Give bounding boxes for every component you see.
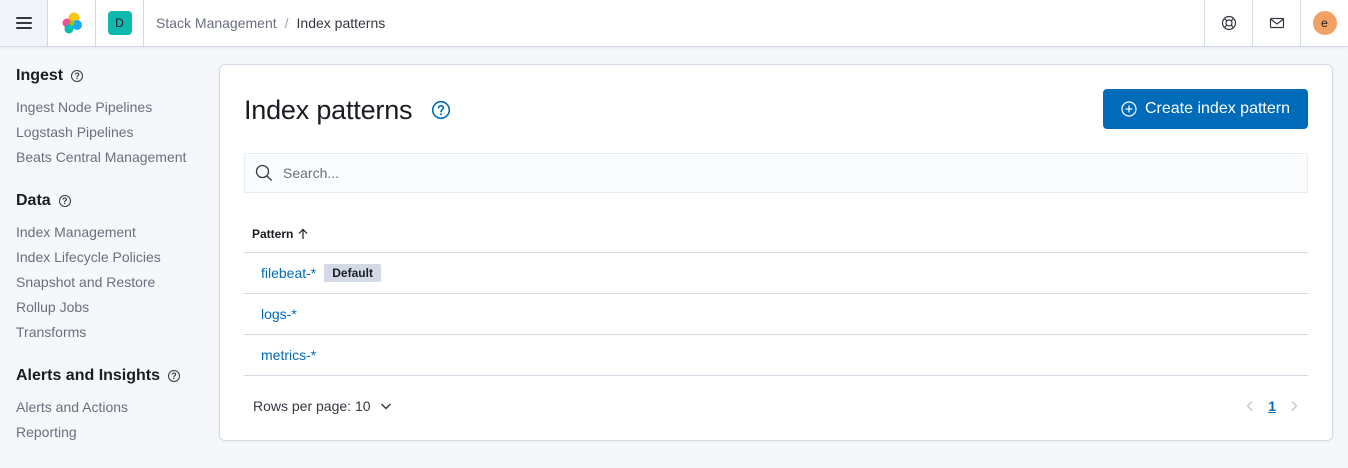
table-row: logs-*	[244, 294, 1308, 335]
help-lifebuoy-icon	[1221, 15, 1236, 31]
plus-circle-icon	[1121, 101, 1137, 117]
newsfeed-button[interactable]	[1252, 0, 1300, 46]
nav-group-title: Data	[16, 192, 51, 209]
menu-button[interactable]	[0, 0, 48, 46]
index-pattern-link[interactable]: metrics-*	[261, 347, 316, 363]
index-patterns-table: Pattern filebeat-* Default logs-* metric…	[244, 216, 1308, 376]
column-header-label: Pattern	[252, 227, 294, 241]
index-pattern-link[interactable]: logs-*	[261, 306, 297, 322]
index-pattern-link[interactable]: filebeat-*	[261, 265, 316, 281]
page-1-button[interactable]: 1	[1268, 398, 1276, 414]
nav-item-index-lifecycle-policies[interactable]: Index Lifecycle Policies	[16, 246, 206, 271]
help-menu-button[interactable]	[1204, 0, 1252, 46]
nav-group-title: Ingest	[16, 67, 64, 84]
elastic-logo-icon	[62, 12, 82, 34]
table-pagination: Rows per page: 10 1	[244, 394, 1308, 418]
nav-group-ingest: Ingest ? Ingest Node Pipelines Logstash …	[16, 64, 206, 171]
space-selector-button[interactable]: D	[96, 0, 144, 46]
index-patterns-panel: Index patterns Create index pattern Patt…	[219, 64, 1333, 441]
table-row: filebeat-* Default	[244, 253, 1308, 294]
create-button-label: Create index pattern	[1145, 100, 1290, 117]
nav-group-data: Data ? Index Management Index Lifecycle …	[16, 189, 206, 346]
nav-item-index-management[interactable]: Index Management	[16, 221, 206, 246]
rows-per-page-button[interactable]: Rows per page: 10	[244, 398, 393, 414]
breadcrumb: Stack Management / Index patterns	[144, 0, 1204, 46]
sort-ascending-icon	[298, 228, 308, 239]
user-avatar: e	[1312, 11, 1337, 35]
question-icon[interactable]: ?	[58, 195, 71, 207]
default-badge: Default	[324, 264, 381, 282]
hamburger-menu-icon	[15, 17, 32, 29]
nav-item-reporting[interactable]: Reporting	[16, 421, 206, 446]
search-field[interactable]	[244, 153, 1308, 193]
nav-item-transforms[interactable]: Transforms	[16, 321, 206, 346]
rows-per-page-label: Rows per page: 10	[253, 398, 371, 414]
chevron-down-icon	[380, 403, 391, 410]
nav-item-logstash-pipelines[interactable]: Logstash Pipelines	[16, 121, 206, 146]
chevron-right-icon[interactable]	[1288, 400, 1300, 412]
space-avatar: D	[107, 11, 132, 35]
newsfeed-mail-icon	[1269, 17, 1284, 29]
user-menu-button[interactable]: e	[1300, 0, 1348, 46]
nav-group-title: Alerts and Insights	[16, 367, 161, 384]
search-input[interactable]	[283, 165, 1263, 181]
top-header: D Stack Management / Index patterns e	[0, 0, 1348, 47]
pattern-column-header[interactable]: Pattern	[244, 216, 1308, 253]
nav-item-ingest-node-pipelines[interactable]: Ingest Node Pipelines	[16, 96, 206, 121]
create-index-pattern-button[interactable]: Create index pattern	[1103, 89, 1308, 129]
breadcrumb-stack-management[interactable]: Stack Management	[156, 15, 277, 31]
nav-item-rollup-jobs[interactable]: Rollup Jobs	[16, 296, 206, 321]
chevron-left-icon[interactable]	[1244, 400, 1256, 412]
question-icon[interactable]: ?	[168, 370, 181, 382]
question-icon[interactable]: ?	[71, 70, 84, 82]
breadcrumb-separator: /	[284, 15, 289, 31]
nav-group-alerts-and-insights: Alerts and Insights ? Alerts and Actions…	[16, 364, 206, 446]
breadcrumb-index-patterns: Index patterns	[296, 15, 386, 31]
help-circle-icon[interactable]	[431, 100, 451, 120]
pager: 1	[1244, 398, 1308, 414]
nav-item-snapshot-and-restore[interactable]: Snapshot and Restore	[16, 271, 206, 296]
side-nav: Ingest ? Ingest Node Pipelines Logstash …	[16, 64, 206, 464]
home-logo-link[interactable]	[48, 0, 96, 46]
page-title: Index patterns	[244, 95, 413, 125]
nav-item-beats-central-management[interactable]: Beats Central Management	[16, 146, 206, 171]
nav-item-alerts-and-actions[interactable]: Alerts and Actions	[16, 396, 206, 421]
table-row: metrics-*	[244, 335, 1308, 376]
search-icon	[255, 164, 272, 181]
